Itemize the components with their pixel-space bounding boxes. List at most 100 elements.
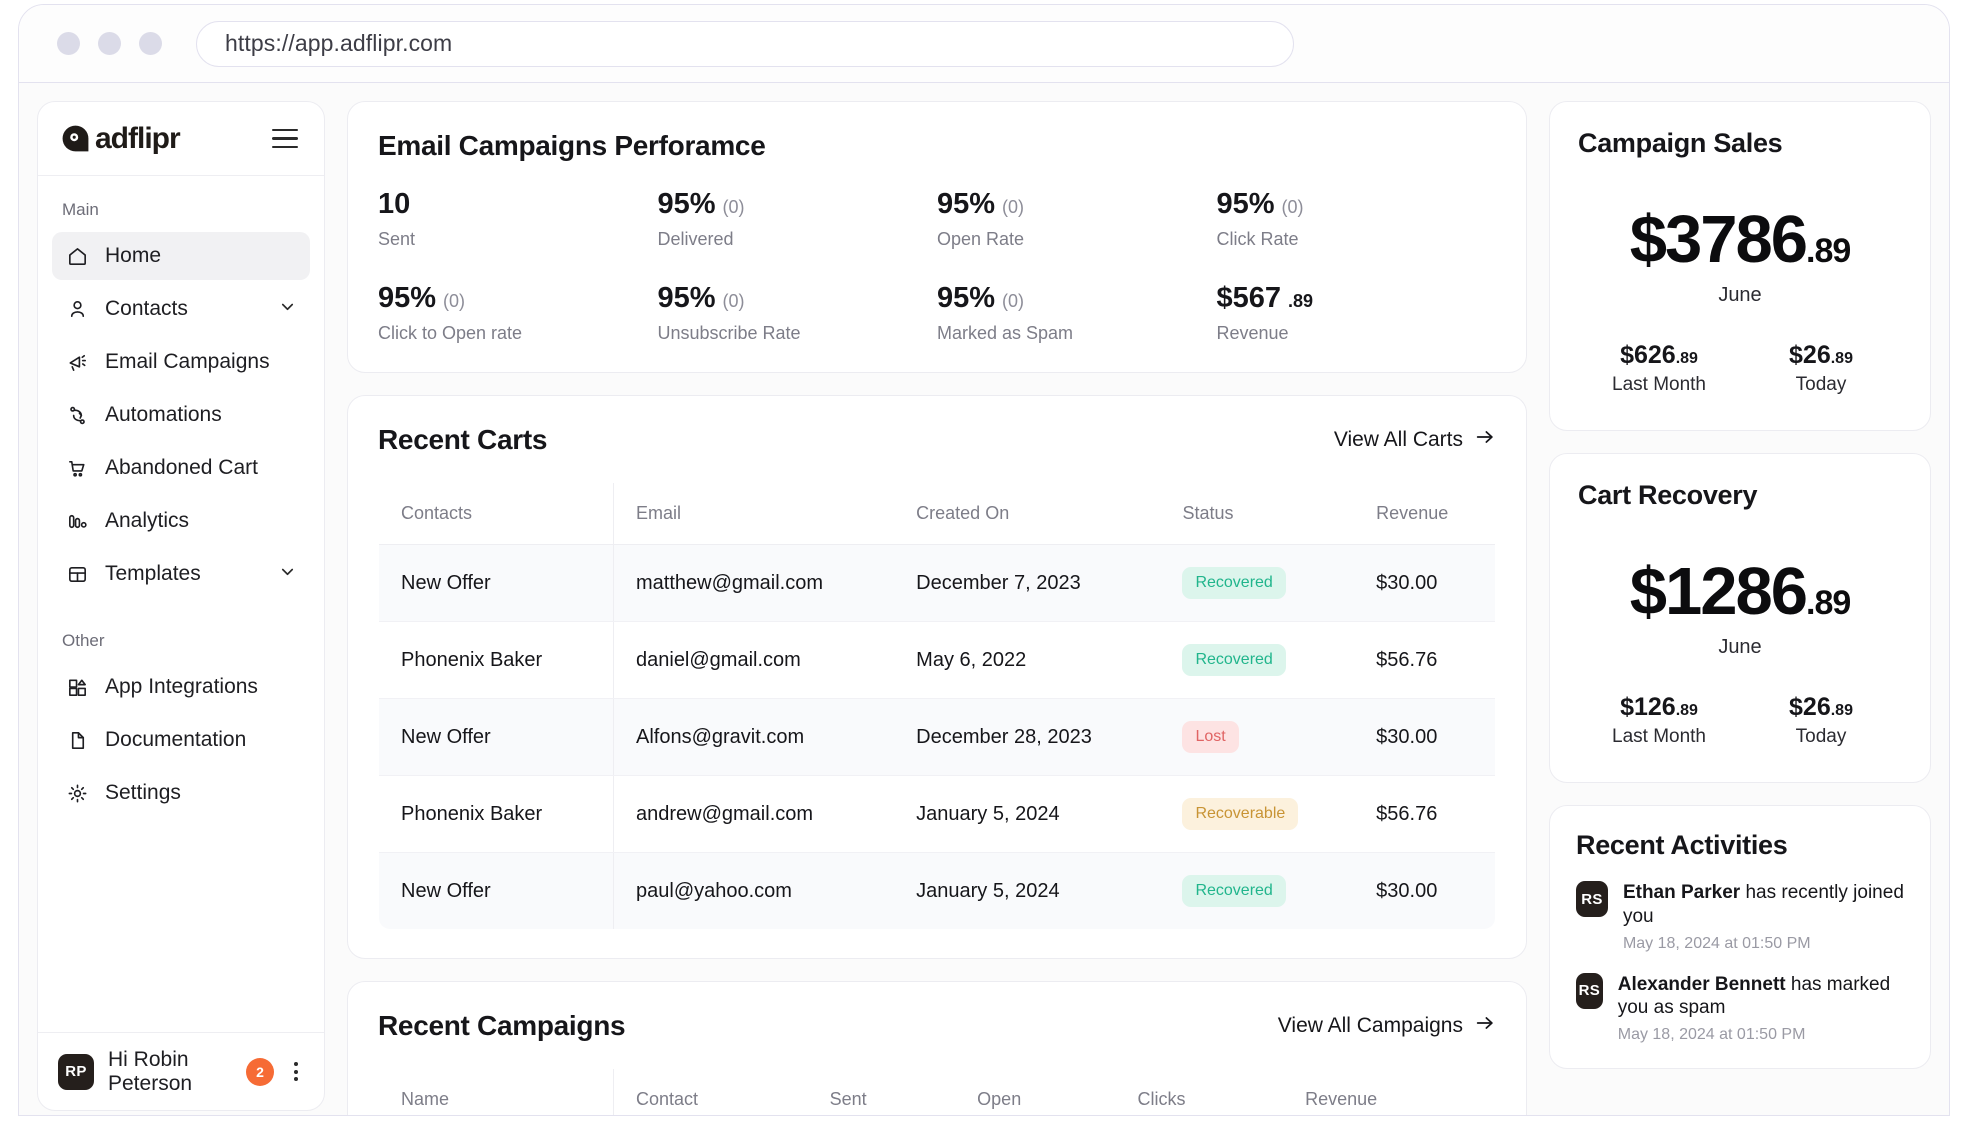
stat-value: 95% [937, 282, 996, 314]
right-panel: Campaign Sales $3786.89 June $626.89 Las… [1549, 101, 1931, 1115]
stat-delta: (0) [1002, 291, 1025, 311]
column-header-revenue[interactable]: Revenue [1283, 1069, 1495, 1115]
column-header-sent[interactable]: Sent [807, 1069, 956, 1115]
more-options-icon[interactable] [288, 1058, 304, 1085]
cell-revenue: $56.76 [1354, 775, 1495, 853]
recent-campaigns-title: Recent Campaigns [378, 1010, 626, 1041]
cell-revenue: $30.00 [1354, 544, 1495, 622]
sidebar-item-label: Analytics [105, 509, 190, 532]
cell-email: Alfons@gravit.com [613, 698, 895, 776]
sidebar-user-row[interactable]: RP Hi Robin Peterson 2 [38, 1032, 324, 1110]
campaign-sales-footer: $626.89 Last Month $26.89 Today [1578, 341, 1902, 396]
stat-delta: (0) [1281, 197, 1304, 217]
cell-created-on: January 5, 2024 [894, 852, 1161, 929]
status-badge: Recovered [1182, 875, 1286, 907]
stat-cents: .89 [1288, 291, 1314, 311]
cart-recovery-last-month: $126.89 Last Month [1578, 693, 1740, 748]
cell-status: Lost [1160, 698, 1355, 776]
notification-badge[interactable]: 2 [246, 1057, 274, 1086]
view-all-carts-link[interactable]: View All Carts [1334, 426, 1496, 454]
logo-text: adflipr [95, 121, 181, 155]
app-logo[interactable]: adflipr [60, 121, 181, 156]
stat-delivered: 95% (0) Delivered [658, 188, 938, 250]
table-row[interactable]: Phonenix Baker daniel@gmail.com May 6, 2… [379, 621, 1495, 699]
column-header-created-on[interactable]: Created On [894, 483, 1161, 545]
user-icon [65, 297, 90, 322]
chevron-down-icon[interactable] [278, 562, 297, 586]
sidebar-item-app-integrations[interactable]: App Integrations [52, 663, 310, 711]
label: Today [1795, 726, 1847, 747]
cell-status: Recoverable [1160, 775, 1355, 853]
table-row[interactable]: New Offer paul@yahoo.com January 5, 2024… [379, 852, 1495, 929]
view-all-campaigns-label: View All Campaigns [1277, 1014, 1463, 1037]
column-header-open[interactable]: Open [955, 1069, 1116, 1115]
stat-label: Click Rate [1216, 229, 1299, 249]
sidebar-item-analytics[interactable]: Analytics [52, 497, 310, 545]
list-item[interactable]: RS Alexander Bennett has marked you as s… [1576, 972, 1904, 1045]
table-row[interactable]: New Offer matthew@gmail.com December 7, … [379, 544, 1495, 622]
list-item[interactable]: RS Ethan Parker has recently joined you … [1576, 881, 1904, 953]
cart-recovery-dollars: $1286 [1629, 554, 1808, 629]
sidebar-item-documentation[interactable]: Documentation [52, 716, 310, 764]
avatar: RS [1576, 972, 1603, 1009]
cell-revenue: $30.00 [1354, 852, 1495, 929]
stat-value: 95% [1216, 188, 1275, 220]
label: Today [1795, 374, 1847, 395]
table-row[interactable]: New Offer Alfons@gravit.com December 28,… [379, 698, 1495, 776]
browser-window: https://app.adflipr.com adflipr Main Hom… [18, 4, 1950, 1116]
cell-contact: New Offer [379, 544, 614, 622]
hamburger-menu-icon[interactable] [268, 125, 302, 152]
cart-recovery-footer: $126.89 Last Month $26.89 Today [1578, 693, 1902, 748]
activity-person: Alexander Bennett [1617, 973, 1786, 995]
column-header-revenue[interactable]: Revenue [1354, 483, 1495, 545]
templates-icon [65, 562, 90, 587]
view-all-campaigns-link[interactable]: View All Campaigns [1278, 1012, 1496, 1040]
table-row[interactable]: Phonenix Baker andrew@gmail.com January … [379, 775, 1495, 853]
value: $26 [1789, 341, 1831, 369]
cart-icon [65, 456, 90, 481]
activity-timestamp: May 18, 2024 at 01:50 PM [1622, 934, 1811, 952]
column-header-clicks[interactable]: Clicks [1115, 1069, 1284, 1115]
campaign-sales-dollars: $3786 [1629, 202, 1808, 277]
cell-email: paul@yahoo.com [613, 852, 895, 929]
maximize-window-dot[interactable] [139, 32, 162, 55]
cell-email: andrew@gmail.com [613, 775, 895, 853]
activity-text: Ethan Parker has recently joined you [1623, 881, 1904, 929]
stat-revenue: $567 .89 Revenue [1217, 282, 1497, 344]
stat-value: 95% [657, 282, 716, 314]
cell-status: Recovered [1160, 852, 1355, 929]
cart-recovery-cents: .89 [1806, 584, 1851, 622]
cell-created-on: December 7, 2023 [894, 544, 1161, 622]
main-content: Email Campaigns Perforamce 10 Sent 95% (0… [347, 101, 1527, 1115]
column-header-email[interactable]: Email [613, 483, 895, 545]
address-bar[interactable]: https://app.adflipr.com [196, 20, 1294, 67]
sidebar-item-settings[interactable]: Settings [52, 769, 310, 817]
cart-recovery-title: Cart Recovery [1578, 480, 1758, 510]
stat-label: Delivered [657, 229, 734, 249]
user-greeting: Hi Robin Peterson [108, 1047, 193, 1095]
cell-revenue: $30.00 [1354, 698, 1495, 776]
cell-created-on: January 5, 2024 [894, 775, 1161, 853]
campaign-sales-period: June [1718, 284, 1762, 306]
chevron-down-icon[interactable] [278, 297, 297, 321]
sidebar-item-home[interactable]: Home [52, 232, 310, 280]
cents: .89 [1675, 702, 1698, 719]
column-header-status[interactable]: Status [1160, 483, 1355, 545]
column-header-contacts[interactable]: Contacts [379, 483, 614, 545]
stat-sent: 10 Sent [378, 188, 658, 250]
column-header-contact[interactable]: Contact [613, 1069, 808, 1115]
sidebar-item-templates[interactable]: Templates [52, 550, 310, 598]
cell-created-on: December 28, 2023 [894, 698, 1161, 776]
cart-recovery-today: $26.89 Today [1740, 693, 1902, 748]
sidebar-item-abandoned-cart[interactable]: Abandoned Cart [52, 444, 310, 492]
sidebar-nav: Main Home Contacts Email Campaigns Autom… [38, 176, 324, 1032]
cell-contact: New Offer [379, 698, 614, 776]
sidebar-item-email-campaigns[interactable]: Email Campaigns [52, 338, 310, 386]
close-window-dot[interactable] [57, 32, 80, 55]
cents: .89 [1830, 702, 1853, 719]
sidebar-item-contacts[interactable]: Contacts [52, 285, 310, 333]
column-header-name[interactable]: Name [379, 1069, 614, 1115]
sidebar-item-automations[interactable]: Automations [52, 391, 310, 439]
minimize-window-dot[interactable] [98, 32, 121, 55]
cart-recovery-card: Cart Recovery $1286.89 June $126.89 Last… [1549, 453, 1931, 783]
